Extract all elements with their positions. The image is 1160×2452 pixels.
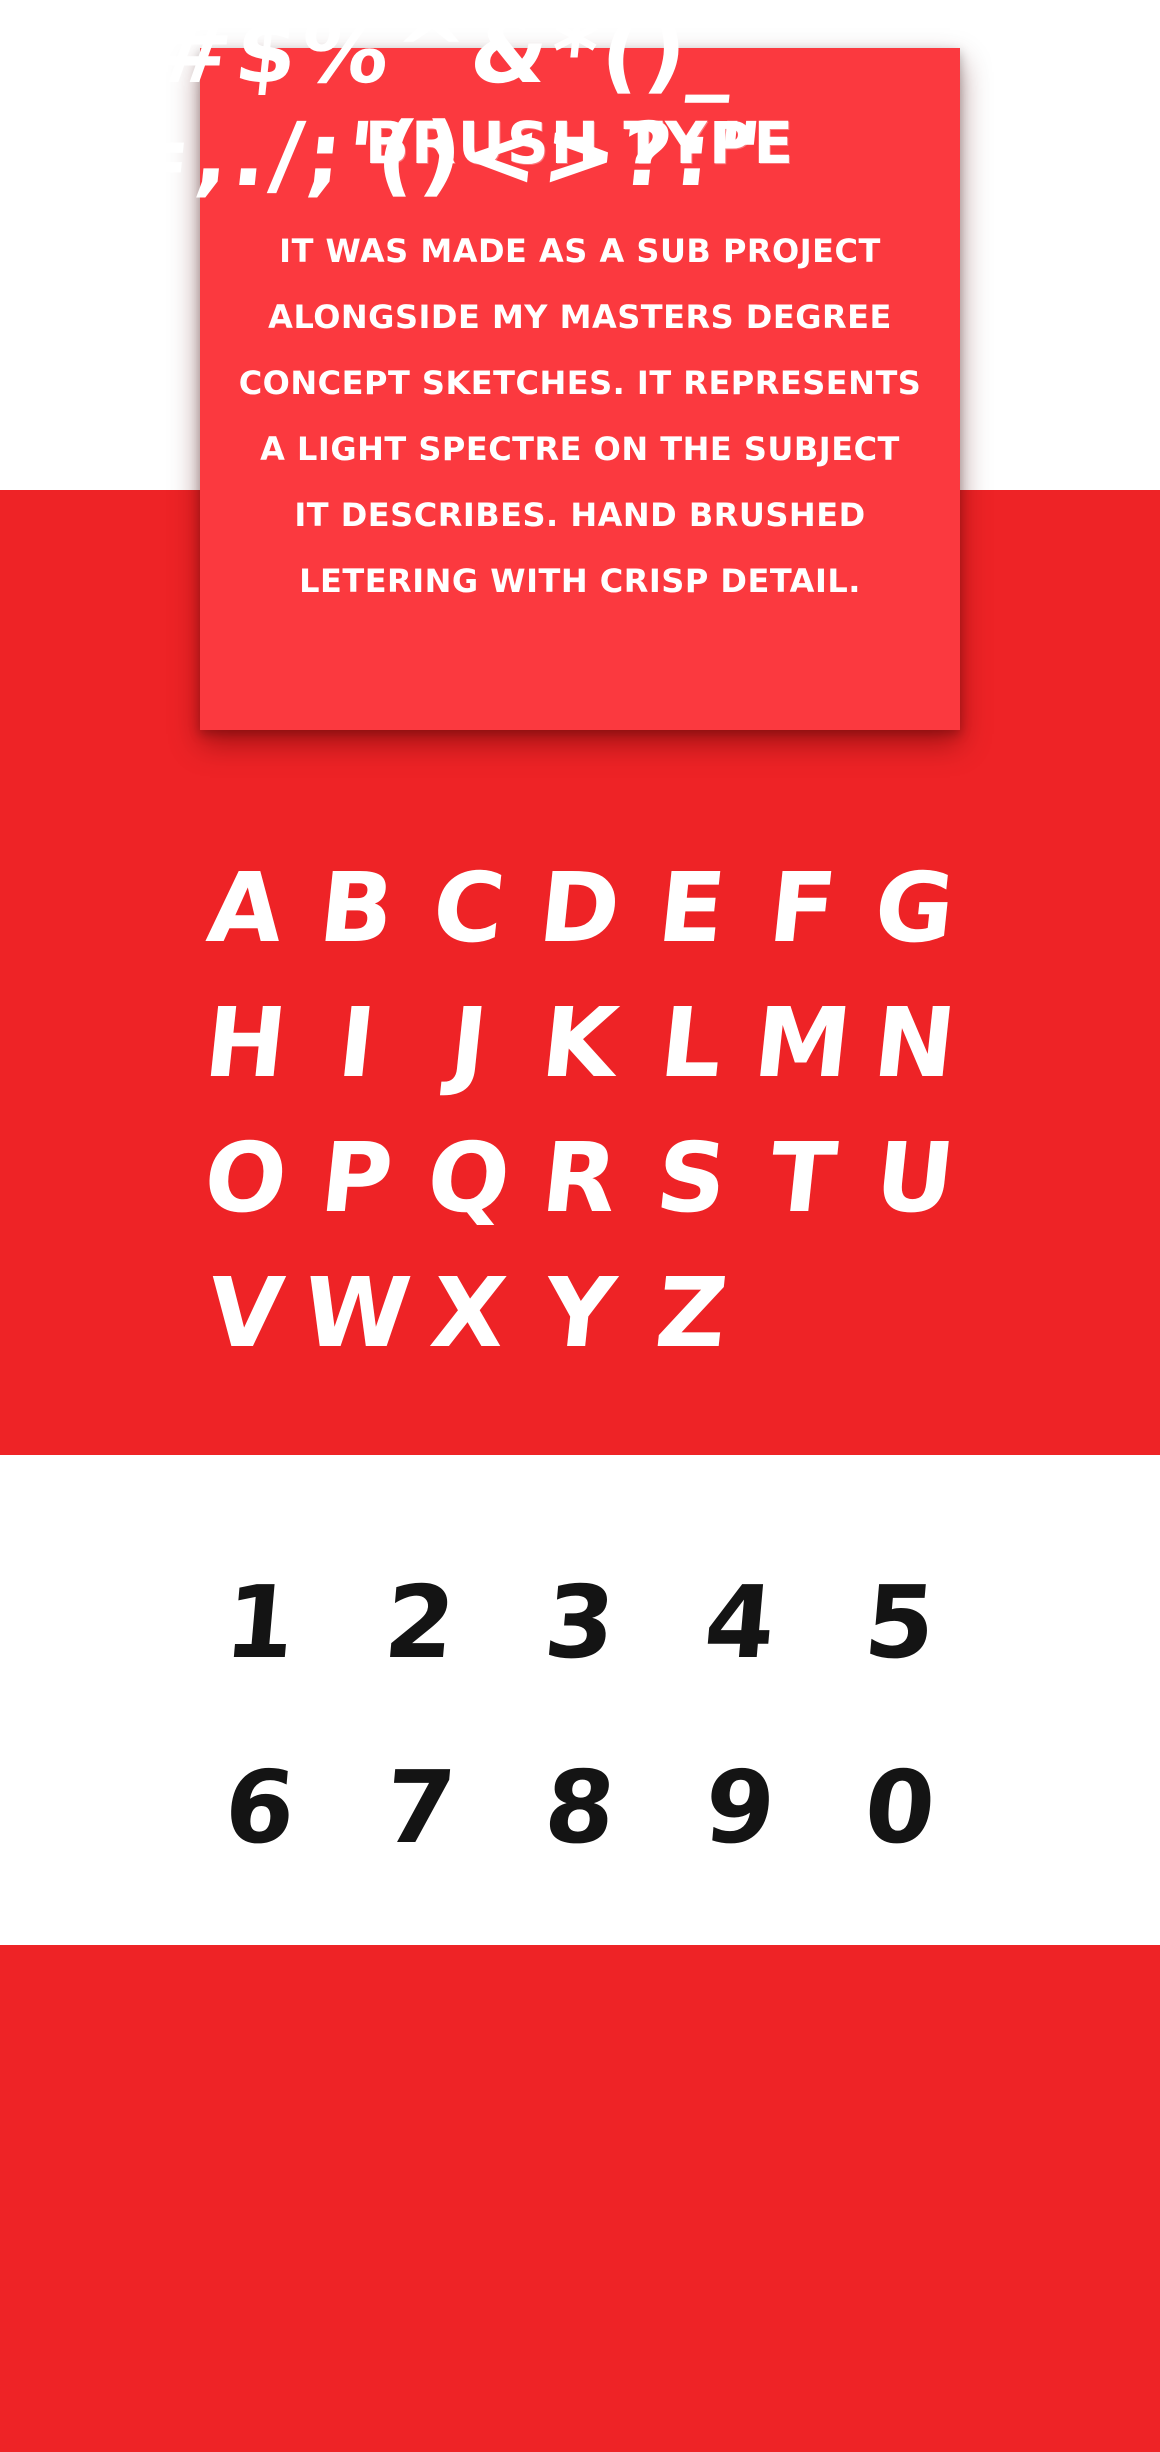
letter-glyph: L [654, 986, 728, 1099]
letter-glyph: Q [421, 1121, 516, 1234]
symbols-row-2: +-=,./;'()<>?:" [0, 103, 771, 206]
digit-glyph: 3 [540, 1563, 620, 1681]
letter-glyph: E [652, 851, 731, 964]
letter-glyph: B [314, 851, 400, 964]
symbols-row-1: !@#$%^&*()_ [16, 0, 744, 103]
digit-glyph: 9 [700, 1748, 780, 1866]
symbols-red-band [0, 1945, 1160, 2452]
letter-glyph: C [427, 851, 510, 964]
intro-line: CONCEPT SKETCHES. IT REPRESENTS [238, 364, 922, 402]
letter-glyph: X [425, 1256, 512, 1369]
letter-glyph: P [316, 1121, 399, 1234]
digit-glyph: 5 [860, 1563, 940, 1681]
intro-line: ALONGSIDE MY MASTERS DEGREE [268, 298, 892, 336]
letter-glyph: V [202, 1256, 289, 1369]
letter-glyph: S [650, 1121, 732, 1234]
letter-glyph: A [202, 851, 289, 964]
alphabet-grid: ABCDEFG HIJKLMN OPQRSTU VWXYZ [190, 840, 970, 1380]
letter-glyph: W [298, 1256, 416, 1369]
digit-glyph: 0 [860, 1748, 940, 1866]
letter-glyph: N [868, 986, 961, 1099]
digit-glyph: 4 [700, 1563, 780, 1681]
letter-glyph: R [537, 1121, 623, 1234]
intro-line: A LIGHT SPECTRE ON THE SUBJECT [260, 430, 900, 468]
letter-glyph: D [534, 851, 626, 964]
letter-glyph: K [536, 986, 624, 1099]
digit-glyph: 8 [540, 1748, 620, 1866]
intro-line: IT WAS MADE AS A SUB PROJECT [279, 232, 881, 270]
intro-line: IT DESCRIBES. HAND BRUSHED [294, 496, 866, 534]
digit-glyph: 7 [380, 1748, 460, 1866]
letter-glyph: I [333, 986, 381, 1099]
intro-line: LETERING WITH CRISP DETAIL. [299, 562, 861, 600]
letter-glyph: M [749, 986, 857, 1099]
letter-glyph: G [868, 851, 960, 964]
intro-description: IT WAS MADE AS A SUB PROJECT ALONGSIDE M… [200, 218, 960, 614]
letter-glyph: F [764, 851, 842, 964]
letter-glyph: O [199, 1121, 293, 1234]
digit-glyph: 2 [380, 1563, 460, 1681]
letter-glyph: T [764, 1121, 842, 1234]
letter-glyph: U [869, 1121, 960, 1234]
letter-glyph: H [199, 986, 292, 1099]
letter-glyph: Z [650, 1256, 733, 1369]
letter-glyph: J [444, 986, 493, 1099]
digit-glyph: 1 [220, 1563, 300, 1681]
letter-glyph: Y [539, 1256, 621, 1369]
digit-glyph: 6 [220, 1748, 300, 1866]
numerals-grid: 12345 67890 [180, 1530, 980, 1900]
